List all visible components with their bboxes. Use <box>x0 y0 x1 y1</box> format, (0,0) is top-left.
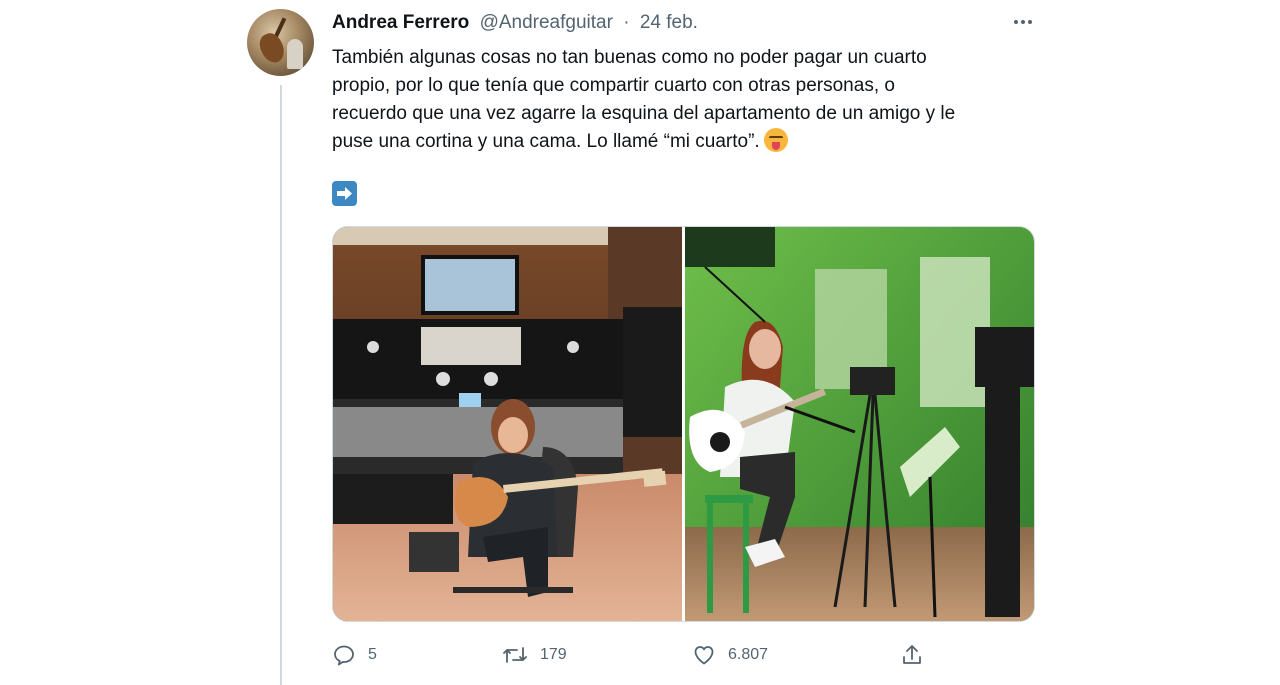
separator-dot: · <box>623 12 630 33</box>
more-options-button[interactable] <box>1008 12 1038 32</box>
tweet-text: También algunas cosas no tan buenas como… <box>332 44 1032 156</box>
tweet-date[interactable]: 24 feb. <box>640 12 698 33</box>
retweet-icon <box>503 647 527 663</box>
dot-icon <box>1014 20 1018 24</box>
avatar-guitar <box>255 29 289 67</box>
tweet-line: recuerdo que una vez agarre la esquina d… <box>332 103 956 124</box>
tweet-line: También algunas cosas no tan buenas como… <box>332 47 927 68</box>
author-name[interactable]: Andrea Ferrero <box>332 12 469 33</box>
dot-icon <box>1028 20 1032 24</box>
avatar-person <box>287 39 303 69</box>
like-count: 6.807 <box>728 646 769 663</box>
tweet-header: Andrea Ferrero @Andreafguitar · 24 feb. <box>332 11 698 35</box>
reply-icon <box>334 645 354 666</box>
author-avatar[interactable] <box>247 9 314 76</box>
share-button[interactable] <box>900 640 924 670</box>
reply-button[interactable]: 5 <box>332 640 377 670</box>
green-studio-photo[interactable] <box>685 227 1034 621</box>
right-arrow-emoji-icon <box>332 181 357 206</box>
retweet-count: 179 <box>540 646 567 663</box>
like-button[interactable]: 6.807 <box>692 640 768 670</box>
studio-console-photo[interactable] <box>333 227 682 621</box>
retweet-button[interactable]: 179 <box>502 640 567 670</box>
tweet-line: puse una cortina y una cama. Lo llamé “m… <box>332 131 760 152</box>
thread-line <box>280 85 282 685</box>
media-grid <box>332 226 1035 622</box>
share-icon <box>903 645 921 664</box>
tweet-line: propio, por lo que tenía que compartir c… <box>332 75 895 96</box>
heart-icon <box>694 646 714 665</box>
squinting-tongue-emoji-icon <box>763 128 788 152</box>
dot-icon <box>1021 20 1025 24</box>
tweet-actions: 5 179 6.807 <box>332 640 932 670</box>
author-handle[interactable]: @Andreafguitar <box>480 12 613 33</box>
reply-count: 5 <box>368 646 377 663</box>
